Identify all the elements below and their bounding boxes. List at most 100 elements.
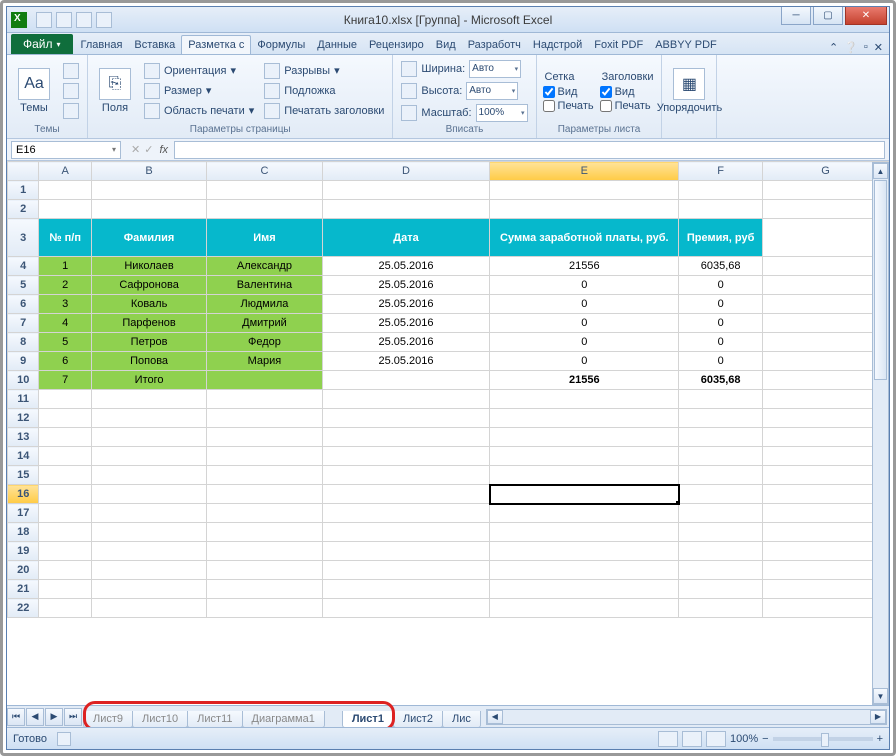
cell[interactable] (763, 181, 889, 200)
cell[interactable] (763, 276, 889, 295)
cell[interactable] (490, 485, 679, 504)
cell[interactable] (207, 181, 322, 200)
cell[interactable] (91, 561, 206, 580)
cell[interactable]: Александр (207, 257, 322, 276)
scale-control[interactable]: Масштаб: 100% (399, 103, 529, 123)
cell[interactable] (490, 561, 679, 580)
qat-redo-icon[interactable] (76, 12, 92, 28)
fx-cancel-icon[interactable]: ✕ (131, 143, 140, 156)
row-header[interactable]: 13 (8, 428, 39, 447)
cell[interactable] (207, 599, 322, 618)
row-header[interactable]: 15 (8, 466, 39, 485)
cell[interactable]: 21556 (490, 257, 679, 276)
cell[interactable] (322, 447, 490, 466)
row-header[interactable]: 4 (8, 257, 39, 276)
cell[interactable] (322, 485, 490, 504)
cell[interactable] (763, 257, 889, 276)
zoom-slider[interactable] (773, 737, 873, 741)
cell[interactable] (763, 200, 889, 219)
view-pagebreak-icon[interactable] (706, 731, 726, 747)
cell[interactable] (91, 181, 206, 200)
cell[interactable] (490, 428, 679, 447)
vertical-scrollbar[interactable]: ▲ ▼ (872, 162, 889, 705)
cell[interactable] (207, 580, 322, 599)
file-tab[interactable]: Файл (11, 34, 73, 54)
cell[interactable]: 25.05.2016 (322, 352, 490, 371)
row-header[interactable]: 19 (8, 542, 39, 561)
cell[interactable] (679, 523, 763, 542)
cell[interactable] (763, 219, 889, 257)
margins-button[interactable]: ⎘ Поля (94, 57, 136, 124)
formula-input[interactable] (174, 141, 885, 159)
tab-view[interactable]: Вид (430, 36, 462, 54)
nav-first-icon[interactable]: ⏮ (7, 708, 25, 726)
fx-icon[interactable]: fx (159, 144, 168, 156)
select-all[interactable] (8, 162, 39, 181)
cell[interactable] (322, 409, 490, 428)
cell[interactable] (679, 599, 763, 618)
cell[interactable] (490, 542, 679, 561)
cell[interactable] (322, 599, 490, 618)
cell[interactable] (207, 485, 322, 504)
horizontal-scrollbar[interactable]: ◀ ▶ (486, 709, 887, 725)
cell[interactable] (39, 181, 91, 200)
row-header[interactable]: 14 (8, 447, 39, 466)
nav-next-icon[interactable]: ▶ (45, 708, 63, 726)
name-box[interactable]: E16 (11, 141, 121, 159)
sheet-tab[interactable]: Лист11 (187, 711, 242, 728)
cell[interactable] (679, 485, 763, 504)
themes-button[interactable]: Aa Темы (13, 57, 55, 124)
cell[interactable] (763, 447, 889, 466)
col-header[interactable]: D (322, 162, 490, 181)
row-header[interactable]: 6 (8, 295, 39, 314)
theme-fonts-button[interactable] (61, 82, 81, 100)
cell[interactable] (91, 542, 206, 561)
cell[interactable] (763, 333, 889, 352)
restore-window-icon[interactable]: ▫ (864, 41, 868, 54)
cell[interactable] (39, 466, 91, 485)
cell[interactable] (39, 200, 91, 219)
cell[interactable]: 0 (490, 352, 679, 371)
cell[interactable]: Коваль (91, 295, 206, 314)
tab-developer[interactable]: Разработч (462, 36, 527, 54)
width-control[interactable]: Ширина: Авто (399, 59, 529, 79)
cell[interactable] (39, 428, 91, 447)
sheet-tab[interactable]: Лист2 (393, 711, 443, 728)
cell[interactable] (763, 428, 889, 447)
cell[interactable] (39, 390, 91, 409)
cell[interactable]: 25.05.2016 (322, 276, 490, 295)
row-header[interactable]: 8 (8, 333, 39, 352)
theme-colors-button[interactable] (61, 62, 81, 80)
col-header[interactable]: F (679, 162, 763, 181)
cell[interactable] (322, 542, 490, 561)
row-header[interactable]: 22 (8, 599, 39, 618)
scroll-left-icon[interactable]: ◀ (487, 710, 503, 724)
cell[interactable]: Сафронова (91, 276, 206, 295)
view-layout-icon[interactable] (682, 731, 702, 747)
tab-addins[interactable]: Надстрой (527, 36, 588, 54)
minimize-button[interactable]: ─ (781, 7, 811, 25)
zoom-value[interactable]: 100% (730, 733, 758, 745)
row-header[interactable]: 5 (8, 276, 39, 295)
cell[interactable] (39, 561, 91, 580)
background-button[interactable]: Подложка (262, 82, 386, 100)
scroll-up-icon[interactable]: ▲ (873, 163, 888, 179)
tab-formulas[interactable]: Формулы (251, 36, 311, 54)
row-header[interactable]: 3 (8, 219, 39, 257)
cell[interactable]: 0 (490, 314, 679, 333)
cell[interactable]: 4 (39, 314, 91, 333)
cell[interactable] (91, 409, 206, 428)
cell[interactable] (763, 504, 889, 523)
cell[interactable] (91, 447, 206, 466)
row-header[interactable]: 21 (8, 580, 39, 599)
tab-data[interactable]: Данные (311, 36, 363, 54)
vscroll-thumb[interactable] (874, 180, 887, 380)
cell[interactable] (322, 466, 490, 485)
macro-record-icon[interactable] (57, 732, 71, 746)
cell[interactable]: Итого (91, 371, 206, 390)
sheet-tab[interactable]: Лист1 (342, 711, 394, 728)
cell[interactable] (763, 295, 889, 314)
row-header[interactable]: 10 (8, 371, 39, 390)
tab-foxit[interactable]: Foxit PDF (588, 36, 649, 54)
fx-enter-icon[interactable]: ✓ (144, 143, 153, 156)
